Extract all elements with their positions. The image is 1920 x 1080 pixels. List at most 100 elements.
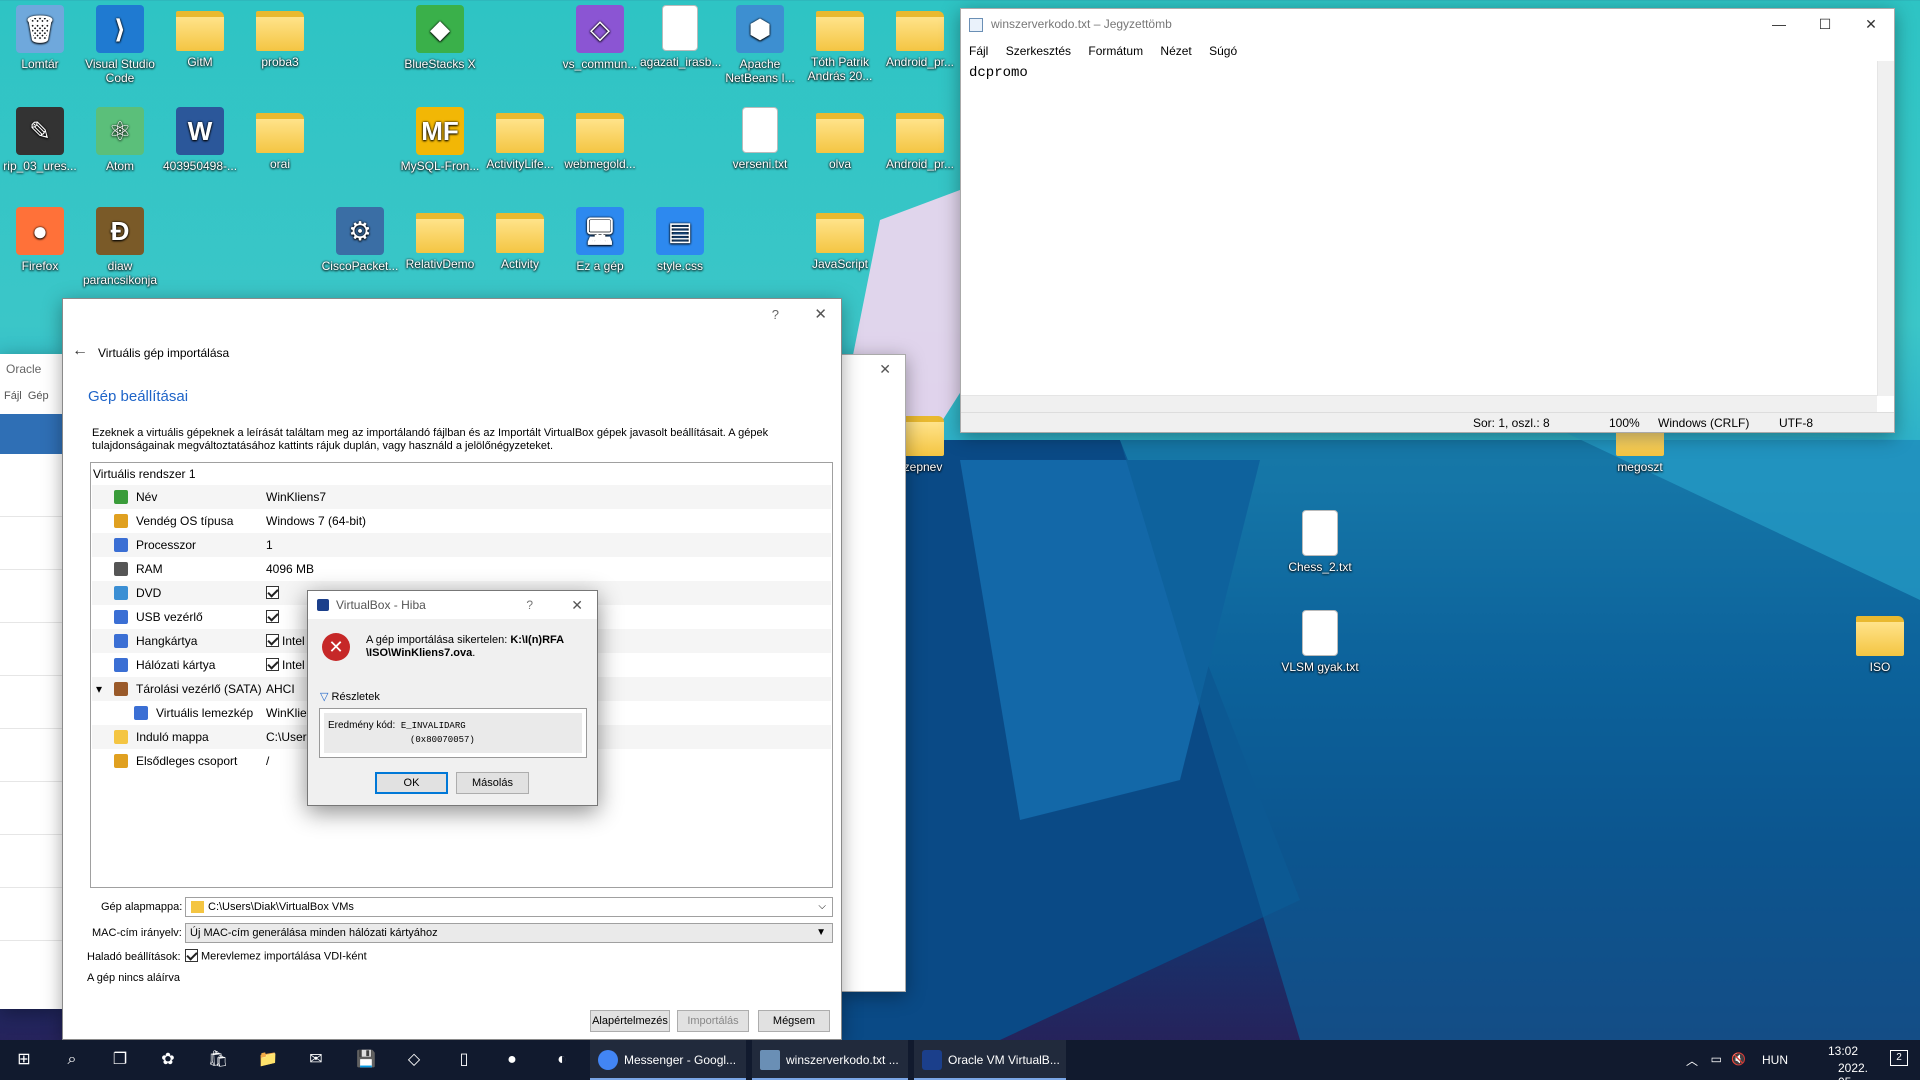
horizontal-scrollbar[interactable] <box>961 395 1877 412</box>
desktop-icon[interactable]: Tóth Patrik András 20... <box>800 5 880 83</box>
menu-view[interactable]: Nézet <box>1160 44 1191 58</box>
desktop-icon[interactable]: orai <box>240 107 320 171</box>
menu-file[interactable]: Fájl <box>969 44 988 58</box>
tools-item[interactable] <box>0 414 62 454</box>
setting-row[interactable]: Processzor 1 <box>92 533 831 557</box>
setting-checkbox[interactable] <box>266 658 279 672</box>
mail-icon[interactable]: ✉ <box>304 1048 328 1072</box>
visual-studio-icon[interactable]: ◇ <box>402 1048 426 1072</box>
task-view-icon[interactable]: ❐ <box>108 1048 132 1072</box>
taskbar-app-notepad[interactable]: winszerverkodo.txt ... <box>752 1040 908 1080</box>
desktop-icon[interactable]: VLSM gyak.txt <box>1280 610 1360 674</box>
desktop-icon[interactable]: ✎ rip_03_ures... <box>0 107 80 173</box>
setting-checkbox[interactable] <box>266 586 279 600</box>
start-button[interactable]: ⊞ <box>12 1048 36 1072</box>
desktop-icon[interactable]: agazati_irasb... <box>640 5 721 69</box>
desktop-icon[interactable]: 🗑 Lomtár <box>0 5 80 71</box>
desktop-icon[interactable]: ▤ style.css <box>640 207 720 273</box>
setting-value[interactable]: / <box>266 749 269 773</box>
volume-muted-icon[interactable]: 🔇 <box>1731 1052 1746 1066</box>
setting-row[interactable]: Név WinKliens7 <box>92 485 831 509</box>
expand-chevron-icon[interactable]: ▾ <box>96 677 102 701</box>
oracle-menu[interactable]: Fájl Gép <box>4 390 49 402</box>
help-icon[interactable]: ? <box>772 307 779 322</box>
desktop-icon[interactable]: Chess_2.txt <box>1280 510 1360 574</box>
desktop-icon[interactable]: Android_pr... <box>880 5 960 69</box>
desktop-icon[interactable]: Android_pr... <box>880 107 960 171</box>
desktop-icon[interactable]: ◇ vs_commun... <box>560 5 640 71</box>
setting-value[interactable] <box>266 581 282 605</box>
notepad-text-area[interactable]: dcpromo <box>965 61 1876 396</box>
desktop-icon[interactable]: proba3 <box>240 5 320 69</box>
desktop-icon[interactable]: MF MySQL-Fron... <box>400 107 480 173</box>
desktop-icon[interactable]: olva <box>800 107 880 171</box>
notifications-icon[interactable]: 2 <box>1890 1050 1908 1066</box>
network-icon[interactable]: ▭ <box>1711 1052 1722 1066</box>
back-arrow-icon[interactable]: ← <box>72 342 88 360</box>
desktop-icon[interactable]: ⬢ Apache NetBeans I... <box>720 5 800 85</box>
pinned-app-icon[interactable]: ✿ <box>156 1048 180 1072</box>
clock-time[interactable]: 13:02 <box>1828 1044 1858 1058</box>
notepad-window[interactable]: winszerverkodo.txt – Jegyzettömb — ☐ ✕ F… <box>960 8 1895 433</box>
setting-value[interactable]: WinKliens7 <box>266 485 326 509</box>
desktop-icon[interactable]: ActivityLife... <box>480 107 560 171</box>
setting-checkbox[interactable] <box>266 610 279 624</box>
taskbar-app-messenger[interactable]: Messenger - Googl... <box>590 1040 746 1080</box>
edge-icon[interactable]: ◐ <box>550 1048 574 1072</box>
ok-button[interactable]: OK <box>375 772 448 794</box>
desktop-icon[interactable]: webmegold... <box>560 107 640 171</box>
desktop-icon[interactable]: ⚛ Atom <box>80 107 160 173</box>
setting-value[interactable]: 1 <box>266 533 273 557</box>
menu-format[interactable]: Formátum <box>1088 44 1143 58</box>
desktop-icon[interactable]: JavaScript <box>800 207 880 271</box>
maximize-button[interactable]: ☐ <box>1802 9 1848 39</box>
desktop-icon[interactable]: GitM <box>160 5 240 69</box>
vertical-scrollbar[interactable] <box>1877 61 1894 396</box>
setting-checkbox[interactable] <box>266 634 279 648</box>
setting-row[interactable]: Vendég OS típusa Windows 7 (64-bit) <box>92 509 831 533</box>
close-icon[interactable]: ✕ <box>571 591 583 619</box>
setting-value[interactable]: 4096 MB <box>266 557 314 581</box>
setting-row[interactable]: RAM 4096 MB <box>92 557 831 581</box>
notepad-pinned-icon[interactable]: ▯ <box>452 1048 476 1072</box>
chevron-up-icon[interactable]: ︿ <box>1686 1052 1698 1069</box>
minimize-button[interactable]: — <box>1756 9 1802 39</box>
close-icon[interactable]: ✕ <box>879 361 891 378</box>
import-button[interactable]: Importálás <box>677 1010 749 1032</box>
language-indicator[interactable]: HUN <box>1762 1053 1788 1067</box>
base-folder-select[interactable]: C:\Users\Diak\VirtualBox VMs ⌵ <box>185 897 833 917</box>
taskbar-app-virtualbox[interactable]: Oracle VM VirtualB... <box>914 1040 1066 1080</box>
desktop-icon[interactable]: ◆ BlueStacks X <box>400 5 480 71</box>
error-dialog[interactable]: VirtualBox - Hiba ? ✕ ✕ A gép importálás… <box>307 590 598 806</box>
mac-policy-select[interactable]: Új MAC-cím generálása minden hálózati ká… <box>185 923 833 943</box>
details-toggle[interactable]: ▽ Részletek <box>320 690 380 703</box>
search-icon[interactable]: ⌕ <box>60 1048 84 1072</box>
desktop-icon[interactable]: verseni.txt <box>720 107 800 171</box>
restore-defaults-button[interactable]: Alapértelmezés <box>590 1010 670 1032</box>
setting-value[interactable]: Intel <box>266 653 305 677</box>
setting-value[interactable]: C:\Users <box>266 725 313 749</box>
desktop-icon[interactable]: RelativDemo <box>400 207 480 271</box>
clock-date[interactable]: 2022. 05. 06. <box>1838 1061 1868 1080</box>
desktop-icon[interactable]: 🖥 Ez a gép <box>560 207 640 273</box>
cancel-button[interactable]: Mégsem <box>758 1010 830 1032</box>
desktop-icon[interactable]: Đdiaw parancsikonja <box>80 207 160 287</box>
vm-list[interactable] <box>0 464 62 984</box>
desktop-icon[interactable]: W 403950498-... <box>160 107 240 173</box>
menu-edit[interactable]: Szerkesztés <box>1006 44 1071 58</box>
desktop-icon[interactable]: ● Firefox <box>0 207 80 273</box>
setting-value[interactable] <box>266 605 282 629</box>
help-icon[interactable]: ? <box>526 591 533 619</box>
setting-value[interactable]: Intel <box>266 629 305 653</box>
store-icon[interactable]: 🛍 <box>206 1048 230 1072</box>
close-button[interactable]: ✕ <box>1848 9 1894 39</box>
menu-help[interactable]: Súgó <box>1209 44 1237 58</box>
import-vdi-checkbox[interactable]: Merevlemez importálása VDI-ként <box>185 949 367 963</box>
desktop-icon[interactable]: ISO <box>1840 610 1920 674</box>
save-icon[interactable]: 💾 <box>354 1048 378 1072</box>
desktop-icon[interactable]: ⟩ Visual Studio Code <box>80 5 160 85</box>
setting-value[interactable]: AHCI <box>266 677 295 701</box>
copy-button[interactable]: Másolás <box>456 772 529 794</box>
desktop-icon[interactable]: Activity <box>480 207 560 271</box>
close-icon[interactable]: ✕ <box>814 305 827 323</box>
